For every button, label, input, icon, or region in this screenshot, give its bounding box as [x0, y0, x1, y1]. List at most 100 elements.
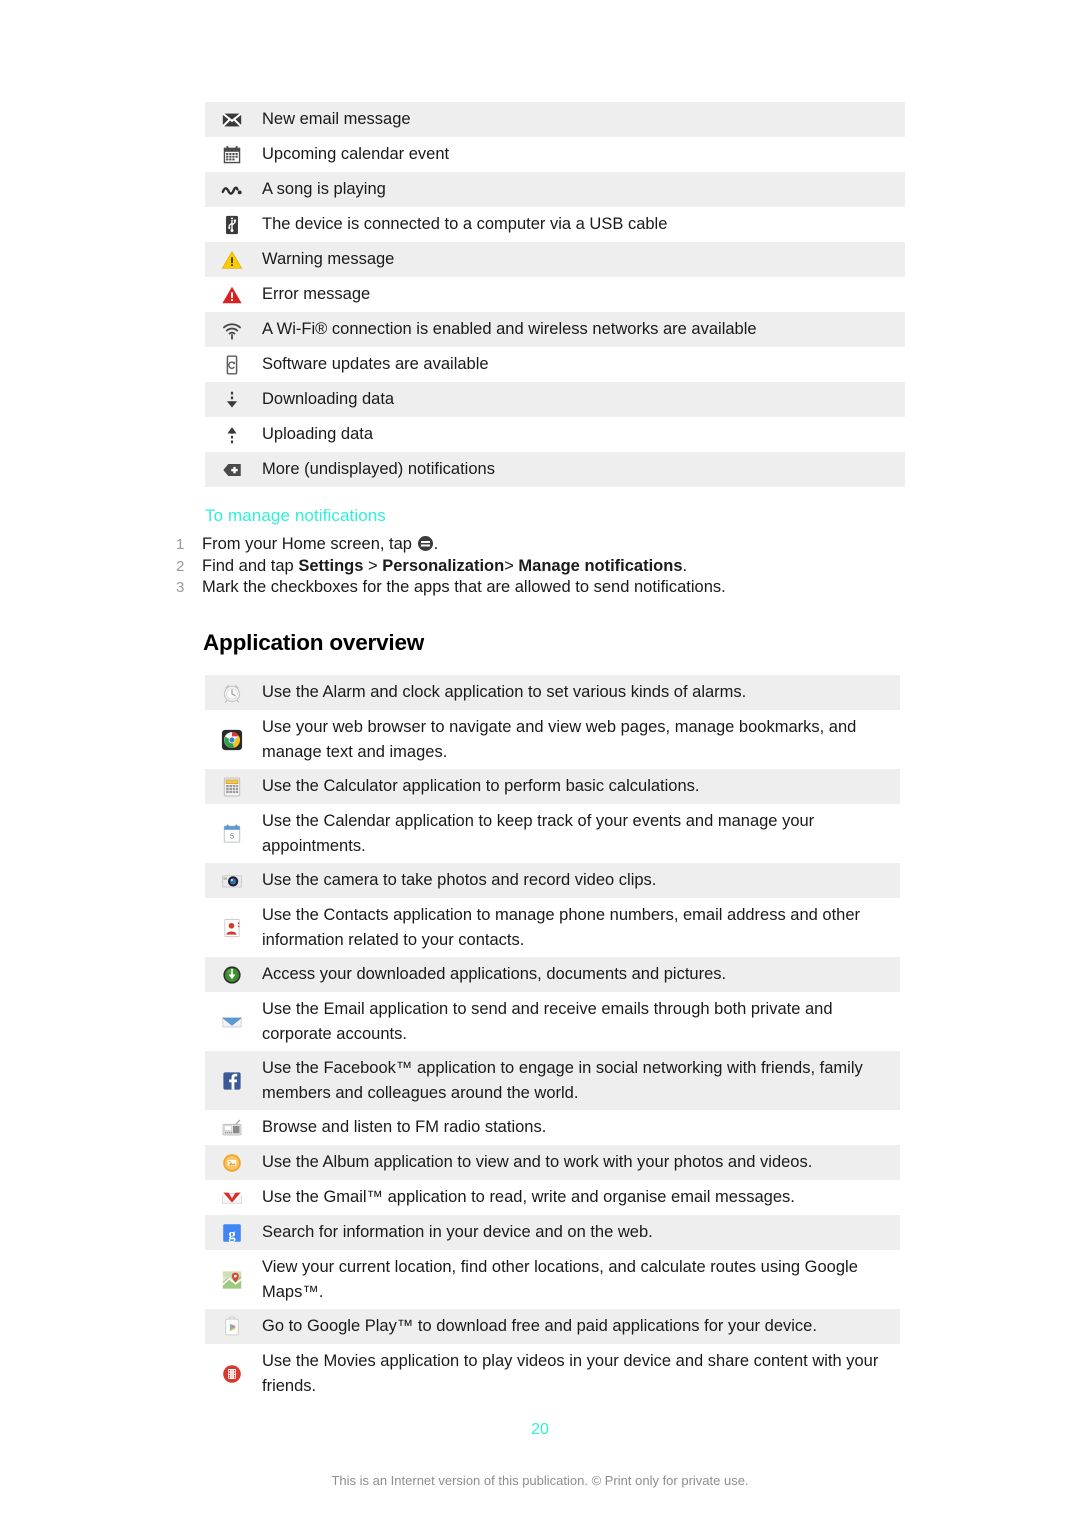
- step-number: 1: [176, 536, 185, 553]
- list-item-description: Use the Calculator application to perfor…: [262, 777, 700, 795]
- list-item-description: View your current location, find other l…: [262, 1258, 858, 1301]
- step-2: 2 Find and tap Settings > Personalizatio…: [176, 556, 936, 578]
- list-item-description: Use the Movies application to play video…: [262, 1352, 879, 1395]
- list-item: Software updates are available: [205, 347, 905, 382]
- list-item-description: The device is connected to a computer vi…: [262, 215, 668, 233]
- manage-notifications-label: Manage notifications: [518, 556, 683, 575]
- step-text: Find and tap Settings > Personalization>…: [202, 556, 936, 577]
- step-number: 2: [176, 557, 185, 575]
- list-item-description: Error message: [262, 285, 371, 303]
- step-1-suffix: .: [433, 535, 439, 553]
- upload-arrow-icon: [205, 417, 258, 452]
- list-item-description: Go to Google Play™ to download free and …: [262, 1317, 817, 1335]
- list-item: Downloading data: [205, 382, 905, 417]
- list-item-description: Use the Email application to send and re…: [262, 1000, 833, 1043]
- calendar-icon: [205, 137, 258, 172]
- software-update-icon: [205, 347, 258, 382]
- list-item: A Wi-Fi® connection is enabled and wirel…: [205, 312, 905, 347]
- document-page: New email message Upcoming calendar event…: [0, 0, 1080, 1527]
- calculator-icon: [205, 769, 258, 804]
- google-search-icon: g: [205, 1215, 258, 1250]
- list-item: Use the Alarm and clock application to s…: [205, 675, 900, 710]
- movies-icon: [205, 1344, 258, 1403]
- step-3: 3 Mark the checkboxes for the apps that …: [176, 577, 936, 599]
- list-item-description: Browse and listen to FM radio stations.: [262, 1118, 547, 1136]
- list-item-description: More (undisplayed) notifications: [262, 460, 495, 478]
- step-2-after: .: [682, 556, 688, 575]
- manage-notifications-steps: 1 From your Home screen, tap . 2 Find an…: [176, 534, 936, 599]
- wifi-icon: [205, 312, 258, 347]
- list-item: The device is connected to a computer vi…: [205, 207, 905, 242]
- list-item: Go to Google Play™ to download free and …: [205, 1309, 900, 1344]
- list-item: Uploading data: [205, 417, 905, 452]
- contacts-icon: [205, 898, 258, 957]
- step-number: 3: [176, 579, 185, 597]
- application-overview-list: Use the Alarm and clock application to s…: [205, 675, 900, 1403]
- camera-icon: [205, 863, 258, 898]
- list-item-description: A song is playing: [262, 180, 386, 198]
- step-2-before: Find and tap: [202, 556, 299, 575]
- warning-triangle-icon: [205, 242, 258, 277]
- step-2-sep1: >: [363, 556, 383, 575]
- step-1-text: From your Home screen, tap: [202, 535, 417, 553]
- app-drawer-icon: [417, 536, 433, 551]
- list-item: 5 Use the Calendar application to keep tr…: [205, 804, 900, 863]
- list-item: Upcoming calendar event: [205, 137, 905, 172]
- step-2-sep2: >: [504, 556, 519, 575]
- downloads-icon: [205, 957, 258, 992]
- list-item-description: Downloading data: [262, 390, 395, 408]
- album-icon: [205, 1145, 258, 1180]
- list-item: Use your web browser to navigate and vie…: [205, 710, 900, 769]
- list-item-description: Use the Alarm and clock application to s…: [262, 683, 747, 701]
- list-item: More (undisplayed) notifications: [205, 452, 905, 487]
- email-icon: [205, 992, 258, 1051]
- list-item-description: Use the Facebook™ application to engage …: [262, 1059, 863, 1102]
- list-item-description: Use the Album application to view and to…: [262, 1153, 813, 1171]
- list-item: Use the Gmail™ application to read, writ…: [205, 1180, 900, 1215]
- list-item-description: New email message: [262, 110, 411, 128]
- list-item-description: Software updates are available: [262, 355, 489, 373]
- music-note-icon: [205, 172, 258, 207]
- list-item: A song is playing: [205, 172, 905, 207]
- envelope-icon: [205, 102, 258, 137]
- list-item-description: A Wi-Fi® connection is enabled and wirel…: [262, 320, 757, 338]
- step-text: Mark the checkboxes for the apps that ar…: [202, 578, 726, 597]
- footer-note: This is an Internet version of this publ…: [331, 1473, 749, 1488]
- download-arrow-icon: [205, 382, 258, 417]
- gmail-icon: [205, 1180, 258, 1215]
- step-1: 1 From your Home screen, tap .: [176, 534, 936, 556]
- list-item: Use the Contacts application to manage p…: [205, 898, 900, 957]
- list-item: Use the Movies application to play video…: [205, 1344, 900, 1403]
- more-notifications-icon: [205, 452, 258, 487]
- list-item: Use the Calculator application to perfor…: [205, 769, 900, 804]
- page-number: 20: [531, 1421, 549, 1438]
- list-item: Use the camera to take photos and record…: [205, 863, 900, 898]
- notification-icons-list: New email message Upcoming calendar event…: [205, 102, 905, 487]
- list-item: View your current location, find other l…: [205, 1250, 900, 1309]
- svg-text:g: g: [228, 1226, 236, 1242]
- google-maps-icon: [205, 1250, 258, 1309]
- svg-text:5: 5: [229, 831, 233, 840]
- list-item: Access your downloaded applications, doc…: [205, 957, 900, 992]
- list-item-description: Access your downloaded applications, doc…: [262, 965, 727, 983]
- list-item: Error message: [205, 277, 905, 312]
- list-item-description: Use the Gmail™ application to read, writ…: [262, 1188, 795, 1206]
- error-triangle-icon: [205, 277, 258, 312]
- browser-chrome-icon: [205, 710, 258, 769]
- step-text: From your Home screen, tap .: [202, 534, 936, 555]
- list-item-description: Use the Calendar application to keep tra…: [262, 812, 815, 855]
- usb-icon: [205, 207, 258, 242]
- list-item: New email message: [205, 102, 905, 137]
- list-item-description: Use the camera to take photos and record…: [262, 871, 657, 889]
- personalization-label: Personalization: [382, 556, 505, 575]
- to-manage-notifications-heading: To manage notifications: [205, 506, 386, 525]
- list-item-description: Use your web browser to navigate and vie…: [262, 718, 857, 761]
- facebook-icon: [205, 1051, 258, 1110]
- fm-radio-icon: [205, 1110, 258, 1145]
- list-item-description: Search for information in your device an…: [262, 1223, 653, 1241]
- list-item: Use the Album application to view and to…: [205, 1145, 900, 1180]
- application-overview-heading: Application overview: [203, 630, 425, 655]
- list-item-description: Upcoming calendar event: [262, 145, 450, 163]
- list-item: Use the Facebook™ application to engage …: [205, 1051, 900, 1110]
- list-item-description: Use the Contacts application to manage p…: [262, 906, 861, 949]
